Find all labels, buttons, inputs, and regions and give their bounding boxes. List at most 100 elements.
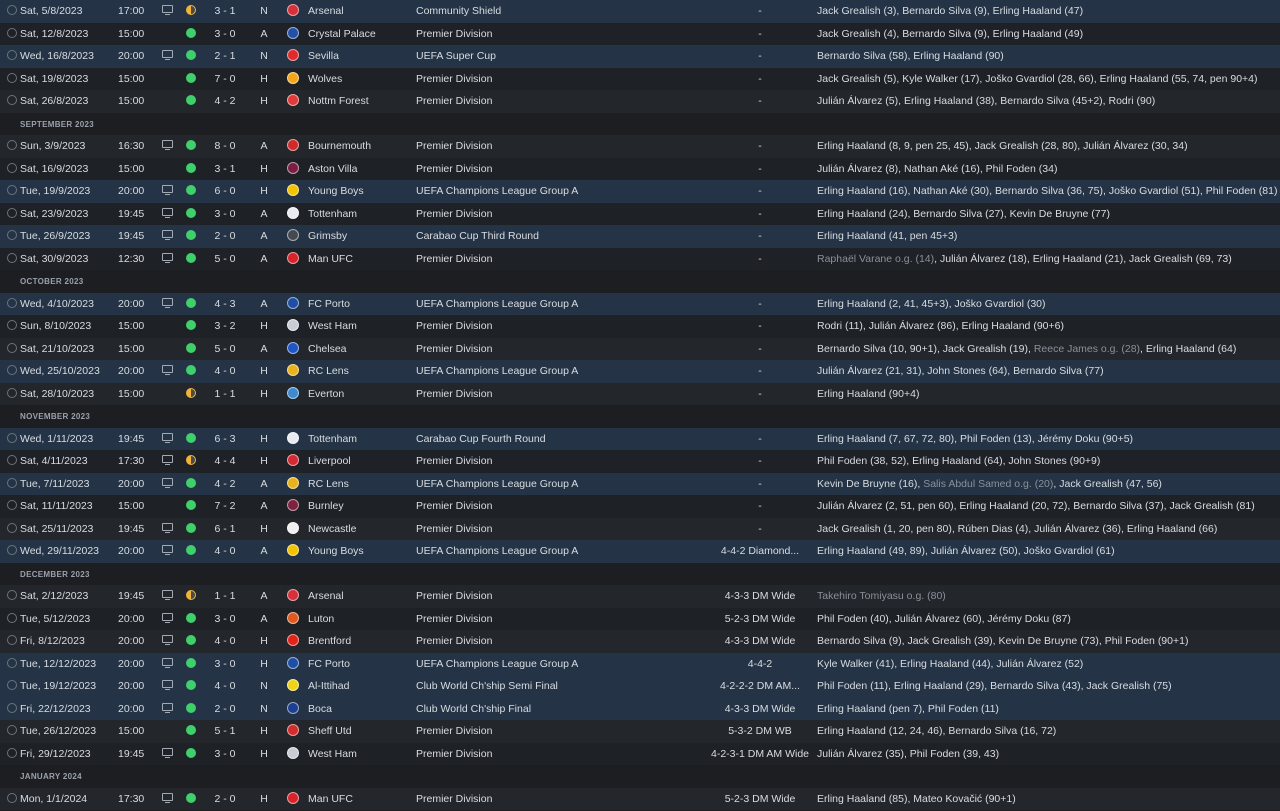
opponent-link[interactable]: Nottm Forest [308,90,408,113]
match-score[interactable]: 3 - 0 [212,653,238,676]
fixture-row[interactable]: Tue, 12/12/2023 20:00 3 - 0 H FC Porto UEFA C… [0,652,1280,676]
row-select-checkbox[interactable] [7,293,17,316]
row-select-checkbox[interactable] [7,135,17,158]
fixture-row[interactable]: Wed, 4/10/2023 20:00 4 - 3 A FC Porto UEFA Ch… [0,292,1280,316]
fixture-row[interactable]: Sat, 12/8/2023 15:00 3 - 0 A Crystal Palace P… [0,22,1280,46]
competition-link[interactable]: Premier Division [416,720,716,743]
row-select-checkbox[interactable] [7,180,17,203]
fixture-row[interactable]: Mon, 1/1/2024 17:30 2 - 0 H Man UFC Premier D… [0,787,1280,811]
opponent-link[interactable]: Chelsea [308,338,408,361]
competition-link[interactable]: UEFA Champions League Group A [416,653,716,676]
row-select-checkbox[interactable] [7,45,17,68]
match-score[interactable]: 3 - 0 [212,608,238,631]
fixture-row[interactable]: Wed, 29/11/2023 20:00 4 - 0 A Young Boys UEFA… [0,540,1280,563]
fixture-row[interactable]: Sat, 19/8/2023 15:00 7 - 0 H Wolves Premier D… [0,67,1280,91]
fixture-row[interactable]: Sat, 2/12/2023 19:45 1 - 1 A Arsenal Premier … [0,585,1280,608]
fixture-row[interactable]: Tue, 5/12/2023 20:00 3 - 0 A Luton Premier Di… [0,607,1280,631]
opponent-link[interactable]: Young Boys [308,180,408,203]
competition-link[interactable]: Club World Ch'ship Final [416,698,716,721]
competition-link[interactable]: Premier Division [416,90,716,113]
row-select-checkbox[interactable] [7,428,17,451]
competition-link[interactable]: Premier Division [416,788,716,811]
opponent-link[interactable]: Bournemouth [308,135,408,158]
fixture-row[interactable]: Fri, 22/12/2023 20:00 2 - 0 N Boca Club World… [0,697,1280,721]
match-score[interactable]: 4 - 3 [212,293,238,316]
competition-link[interactable]: Carabao Cup Third Round [416,225,716,248]
row-select-checkbox[interactable] [7,0,17,23]
opponent-link[interactable]: Burnley [308,495,408,518]
fixture-row[interactable]: Wed, 1/11/2023 19:45 6 - 3 H Tottenham Caraba… [0,427,1280,451]
match-score[interactable]: 1 - 1 [212,383,238,406]
row-select-checkbox[interactable] [7,630,17,653]
row-select-checkbox[interactable] [7,585,17,608]
fixture-row[interactable]: Tue, 19/12/2023 20:00 4 - 0 N Al-Ittihad Club… [0,675,1280,698]
opponent-link[interactable]: Crystal Palace [308,23,408,46]
match-score[interactable]: 1 - 1 [212,585,238,608]
match-score[interactable]: 3 - 0 [212,23,238,46]
match-score[interactable]: 2 - 0 [212,225,238,248]
fixture-row[interactable]: Tue, 7/11/2023 20:00 4 - 2 A RC Lens UEFA Cha… [0,472,1280,496]
opponent-link[interactable]: Liverpool [308,450,408,473]
fixture-row[interactable]: Sat, 28/10/2023 15:00 1 - 1 H Everton Premier… [0,382,1280,406]
match-score[interactable]: 4 - 0 [212,630,238,653]
row-select-checkbox[interactable] [7,540,17,563]
match-score[interactable]: 4 - 0 [212,675,238,698]
competition-link[interactable]: Premier Division [416,383,716,406]
row-select-checkbox[interactable] [7,383,17,406]
fixture-row[interactable]: Fri, 8/12/2023 20:00 4 - 0 H Brentford Premie… [0,630,1280,653]
competition-link[interactable]: UEFA Champions League Group A [416,180,716,203]
opponent-link[interactable]: Al-Ittihad [308,675,408,698]
opponent-link[interactable]: West Ham [308,315,408,338]
fixture-row[interactable]: Fri, 29/12/2023 19:45 3 - 0 H West Ham Premie… [0,742,1280,766]
row-select-checkbox[interactable] [7,675,17,698]
competition-link[interactable]: Premier Division [416,630,716,653]
opponent-link[interactable]: Boca [308,698,408,721]
match-score[interactable]: 7 - 0 [212,68,238,91]
opponent-link[interactable]: Everton [308,383,408,406]
opponent-link[interactable]: Young Boys [308,540,408,563]
competition-link[interactable]: Premier Division [416,248,716,271]
fixture-row[interactable]: Tue, 26/9/2023 19:45 2 - 0 A Grimsby Carabao … [0,225,1280,248]
match-score[interactable]: 6 - 3 [212,428,238,451]
row-select-checkbox[interactable] [7,743,17,766]
row-select-checkbox[interactable] [7,473,17,496]
row-select-checkbox[interactable] [7,653,17,676]
match-score[interactable]: 3 - 1 [212,158,238,181]
competition-link[interactable]: Premier Division [416,158,716,181]
competition-link[interactable]: Premier Division [416,743,716,766]
fixture-row[interactable]: Sat, 23/9/2023 19:45 3 - 0 A Tottenham Premie… [0,202,1280,226]
row-select-checkbox[interactable] [7,315,17,338]
competition-link[interactable]: Premier Division [416,585,716,608]
fixture-row[interactable]: Wed, 25/10/2023 20:00 4 - 0 H RC Lens UEFA Ch… [0,360,1280,383]
match-score[interactable]: 4 - 2 [212,473,238,496]
opponent-link[interactable]: Tottenham [308,203,408,226]
fixture-row[interactable]: Sat, 11/11/2023 15:00 7 - 2 A Burnley Premier… [0,495,1280,518]
competition-link[interactable]: Premier Division [416,608,716,631]
opponent-link[interactable]: RC Lens [308,360,408,383]
row-select-checkbox[interactable] [7,225,17,248]
fixture-row[interactable]: Sat, 21/10/2023 15:00 5 - 0 A Chelsea Premier… [0,337,1280,361]
competition-link[interactable]: Carabao Cup Fourth Round [416,428,716,451]
row-select-checkbox[interactable] [7,720,17,743]
row-select-checkbox[interactable] [7,248,17,271]
opponent-link[interactable]: Brentford [308,630,408,653]
row-select-checkbox[interactable] [7,495,17,518]
opponent-link[interactable]: Man UFC [308,248,408,271]
opponent-link[interactable]: Arsenal [308,0,408,23]
competition-link[interactable]: Premier Division [416,23,716,46]
fixture-row[interactable]: Tue, 19/9/2023 20:00 6 - 0 H Young Boys UEFA … [0,180,1280,203]
fixture-row[interactable]: Sat, 25/11/2023 19:45 6 - 1 H Newcastle Premi… [0,517,1280,540]
match-score[interactable]: 7 - 2 [212,495,238,518]
opponent-link[interactable]: FC Porto [308,653,408,676]
opponent-link[interactable]: Arsenal [308,585,408,608]
row-select-checkbox[interactable] [7,450,17,473]
opponent-link[interactable]: Sevilla [308,45,408,68]
match-score[interactable]: 6 - 0 [212,180,238,203]
match-score[interactable]: 5 - 1 [212,720,238,743]
opponent-link[interactable]: Sheff Utd [308,720,408,743]
fixture-row[interactable]: Sun, 3/9/2023 16:30 8 - 0 A Bournemouth Premi… [0,135,1280,158]
competition-link[interactable]: Premier Division [416,135,716,158]
row-select-checkbox[interactable] [7,608,17,631]
opponent-link[interactable]: West Ham [308,743,408,766]
competition-link[interactable]: UEFA Champions League Group A [416,473,716,496]
